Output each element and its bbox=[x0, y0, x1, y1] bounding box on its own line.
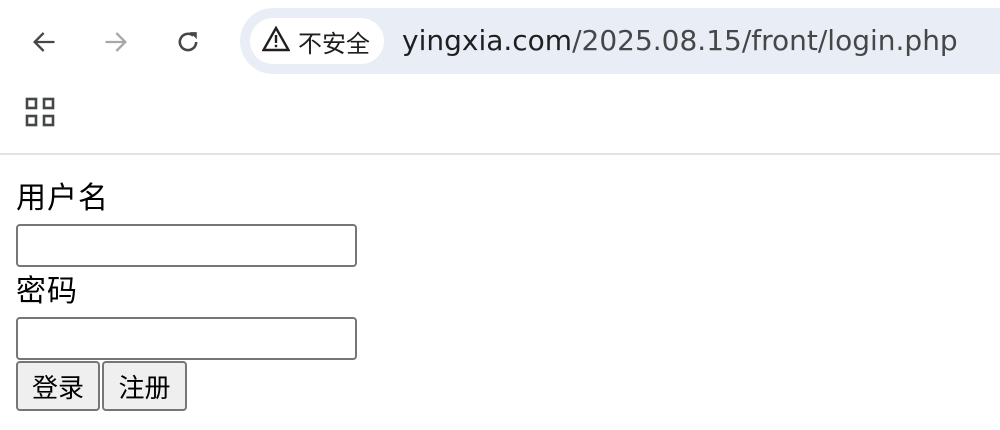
forward-button[interactable] bbox=[94, 20, 138, 64]
apps-grid-icon bbox=[25, 97, 55, 131]
arrow-right-icon bbox=[102, 28, 130, 56]
login-button[interactable]: 登录 bbox=[16, 361, 100, 411]
form-buttons: 登录 注册 bbox=[16, 361, 357, 411]
reload-icon bbox=[174, 28, 202, 56]
browser-toolbar: 不安全 yingxia.com/2025.08.15/front/login.p… bbox=[0, 0, 1000, 155]
url-domain: yingxia.com bbox=[402, 24, 573, 57]
security-chip[interactable]: 不安全 bbox=[250, 18, 384, 64]
password-input[interactable] bbox=[16, 317, 357, 360]
url-path: /2025.08.15/front/login.php bbox=[572, 24, 958, 57]
register-button[interactable]: 注册 bbox=[102, 361, 187, 411]
arrow-left-icon bbox=[30, 28, 58, 56]
url-text[interactable]: yingxia.com/2025.08.15/front/login.php bbox=[402, 8, 958, 74]
address-bar[interactable]: 不安全 yingxia.com/2025.08.15/front/login.p… bbox=[240, 8, 1000, 74]
reload-button[interactable] bbox=[166, 20, 210, 64]
apps-button[interactable] bbox=[20, 92, 60, 136]
password-label: 密码 bbox=[16, 274, 78, 309]
username-label: 用户名 bbox=[16, 181, 109, 216]
security-chip-label: 不安全 bbox=[298, 29, 370, 58]
warning-triangle-icon bbox=[261, 25, 291, 56]
username-input[interactable] bbox=[16, 224, 357, 267]
login-form: 用户名 密码 登录 注册 bbox=[16, 176, 357, 411]
back-button[interactable] bbox=[22, 20, 66, 64]
